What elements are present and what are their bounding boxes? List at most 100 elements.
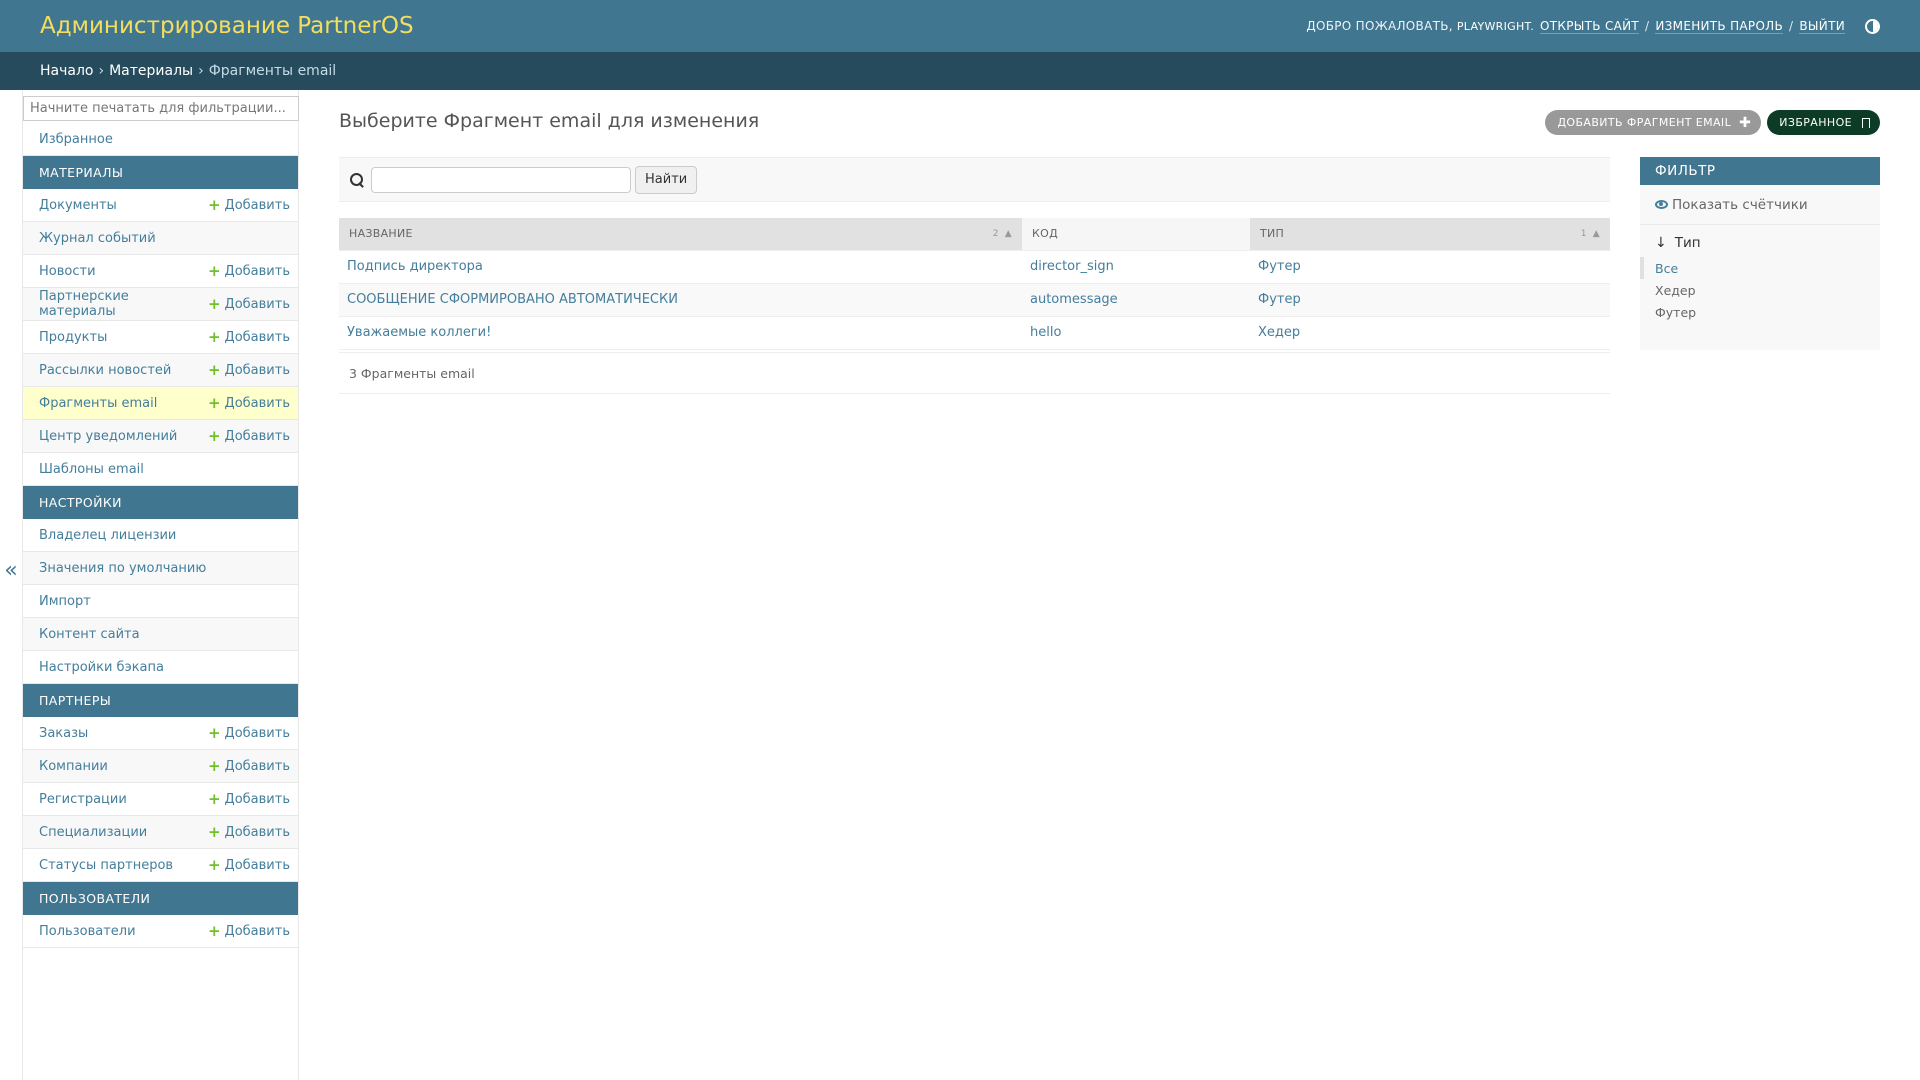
sidebar-item-label[interactable]: Журнал событий: [39, 231, 156, 246]
sidebar-item-label[interactable]: Новости: [39, 264, 96, 279]
sidebar-add-link[interactable]: + Добавить: [208, 395, 290, 411]
cell-type[interactable]: Футер: [1250, 283, 1610, 317]
nav-filter-input[interactable]: [23, 96, 299, 121]
sidebar-item-label[interactable]: Пользователи: [39, 924, 136, 939]
toggle-sidebar-button[interactable]: «: [0, 90, 22, 1080]
sidebar-item-label[interactable]: Импорт: [39, 594, 91, 609]
sidebar-item-label[interactable]: Специализации: [39, 825, 147, 840]
add-label: Добавить: [224, 857, 290, 873]
theme-toggle-icon[interactable]: [1865, 18, 1880, 34]
sidebar-item-label[interactable]: Компании: [39, 759, 108, 774]
sidebar-item-label[interactable]: Регистрации: [39, 792, 127, 807]
row-name-link[interactable]: СООБЩЕНИЕ СФОРМИРОВАНО АВТОМАТИЧЕСКИ: [347, 292, 678, 307]
search-input[interactable]: [371, 166, 631, 193]
filter-choice[interactable]: Футер: [1640, 301, 1880, 323]
sidebar-add-link[interactable]: + Добавить: [208, 329, 290, 345]
sidebar-item-label[interactable]: Шаблоны email: [39, 462, 144, 477]
add-label: Добавить: [224, 197, 290, 213]
sidebar-section-header[interactable]: Материалы: [23, 156, 298, 189]
sidebar-add-link[interactable]: + Добавить: [207, 789, 290, 808]
separator: /: [1645, 19, 1650, 33]
sidebar-item: Центр уведомлений + Добавить: [23, 420, 298, 453]
sidebar-item-label[interactable]: Рассылки новостей: [39, 363, 171, 378]
change-password-link[interactable]: Изменить пароль: [1655, 19, 1784, 34]
row-name-link[interactable]: Уважаемые коллеги!: [347, 325, 491, 340]
cell-type[interactable]: Футер: [1250, 250, 1610, 284]
add-label: Добавить: [224, 395, 290, 411]
sidebar-item-label[interactable]: Настройки бэкапа: [39, 660, 164, 675]
sidebar-item-label[interactable]: Центр уведомлений: [39, 429, 177, 444]
logout-link[interactable]: Выйти: [1799, 19, 1845, 34]
object-tools: Добавить Фрагмент email ✚ Избранное: [1545, 110, 1880, 135]
sidebar-add-link[interactable]: + Добавить: [207, 855, 290, 874]
sidebar-item-label[interactable]: Продукты: [39, 330, 107, 345]
sidebar-item: Журнал событий: [23, 222, 298, 255]
sidebar-section-header[interactable]: Партнеры: [23, 684, 298, 717]
sidebar-item-label[interactable]: Статусы партнеров: [39, 858, 173, 873]
sidebar-item-label[interactable]: Документы: [39, 198, 117, 213]
sidebar-item-label[interactable]: Заказы: [39, 726, 88, 741]
sidebar-add-link[interactable]: + Добавить: [208, 428, 290, 444]
sidebar-item: Шаблоны email: [23, 453, 298, 486]
view-site-link[interactable]: Открыть сайт: [1540, 19, 1640, 34]
sidebar-item-label[interactable]: Фрагменты email: [39, 396, 157, 411]
welcome-text: Добро пожаловать,: [1306, 19, 1453, 33]
separator: /: [1789, 19, 1794, 33]
column-header-code[interactable]: Код: [1022, 218, 1250, 251]
plus-icon: +: [207, 855, 221, 874]
add-label: Добавить: [224, 791, 290, 807]
filter-choice[interactable]: Все: [1640, 257, 1880, 279]
sidebar-add-link[interactable]: + Добавить: [207, 294, 290, 313]
search-icon: [349, 172, 365, 188]
sidebar-item-label[interactable]: Контент сайта: [39, 627, 140, 642]
add-label: Добавить: [224, 758, 290, 774]
sidebar-item-label[interactable]: Владелец лицензии: [39, 528, 176, 543]
sort-ascending-icon[interactable]: ▲: [1005, 229, 1012, 239]
column-header-name[interactable]: Название 2 ▲: [339, 218, 1022, 251]
sidebar-add-link[interactable]: + Добавить: [208, 758, 290, 774]
sidebar-add-link[interactable]: + Добавить: [208, 263, 290, 279]
add-fragment-button[interactable]: Добавить Фрагмент email ✚: [1545, 110, 1762, 135]
sidebar-item: Специализации + Добавить: [23, 816, 298, 849]
cell-name: Подпись директора: [339, 250, 1022, 284]
sidebar-add-link[interactable]: + Добавить: [208, 923, 290, 939]
plus-icon: +: [207, 294, 221, 313]
column-header-type[interactable]: Тип 1 ▲: [1250, 218, 1610, 251]
result-table: Название 2 ▲ Код Тип 1 ▲: [339, 218, 1610, 350]
cell-code[interactable]: automessage: [1022, 283, 1250, 317]
sidebar-item-label[interactable]: Значения по умолчанию: [39, 561, 206, 576]
site-branding[interactable]: Администрирование PartnerOS: [40, 13, 414, 39]
breadcrumb-app[interactable]: Материалы: [109, 63, 193, 79]
sidebar-item: Партнерские материалы + Добавить: [23, 288, 298, 321]
show-counts-link[interactable]: Показать счётчики: [1640, 185, 1880, 225]
cell-type[interactable]: Хедер: [1250, 316, 1610, 350]
cell-code[interactable]: hello: [1022, 316, 1250, 350]
cell-code[interactable]: director_sign: [1022, 250, 1250, 284]
column-label: Тип: [1260, 227, 1285, 241]
sidebar-item-favorites[interactable]: Избранное: [23, 123, 298, 156]
sidebar-add-link[interactable]: + Добавить: [208, 197, 290, 213]
sort-ascending-icon[interactable]: ▲: [1593, 229, 1600, 239]
sidebar-item: Контент сайта: [23, 618, 298, 651]
sidebar-add-link[interactable]: + Добавить: [208, 725, 290, 741]
plus-icon: +: [207, 789, 221, 808]
sidebar-item-label[interactable]: Избранное: [39, 132, 113, 147]
search-button[interactable]: Найти: [635, 165, 698, 194]
column-label: Код: [1032, 227, 1058, 241]
breadcrumb-separator: ›: [98, 63, 105, 79]
row-name-link[interactable]: Подпись директора: [347, 259, 483, 274]
favorites-button[interactable]: Избранное: [1767, 110, 1880, 135]
add-label: Добавить: [224, 296, 290, 312]
sidebar-section-header[interactable]: Пользователи: [23, 882, 298, 915]
breadcrumb-home[interactable]: Начало: [40, 63, 93, 79]
sidebar-add-link[interactable]: + Добавить: [208, 362, 290, 378]
sidebar-add-link[interactable]: + Добавить: [208, 824, 290, 840]
bookmark-icon: [1862, 117, 1870, 128]
filter-field-title[interactable]: ↓ Тип: [1640, 225, 1880, 257]
sidebar-item: Регистрации + Добавить: [23, 783, 298, 816]
sidebar-section-header[interactable]: Настройки: [23, 486, 298, 519]
sidebar-item-label[interactable]: Партнерские материалы: [39, 289, 208, 319]
sidebar-item: Фрагменты email + Добавить: [23, 387, 298, 420]
sidebar-item: Новости + Добавить: [23, 255, 298, 288]
filter-choice[interactable]: Хедер: [1640, 279, 1880, 301]
